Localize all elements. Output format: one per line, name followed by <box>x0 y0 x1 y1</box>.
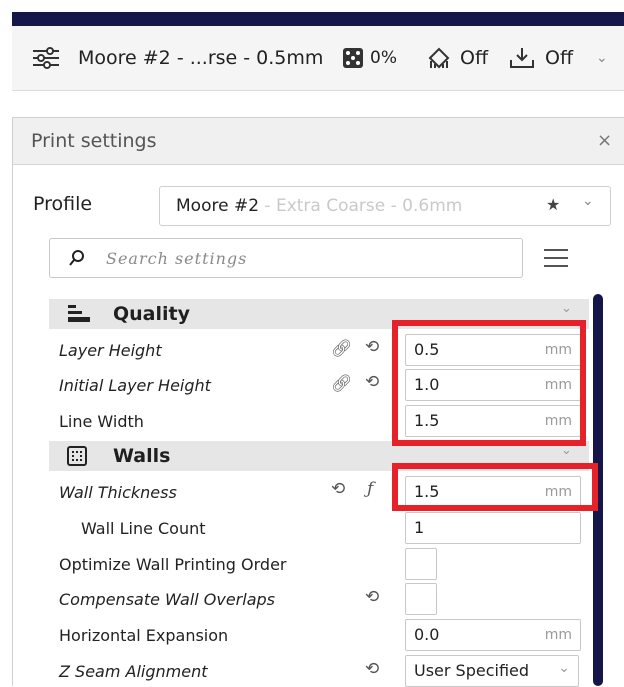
close-icon[interactable]: × <box>597 130 612 151</box>
reset-icon[interactable]: ⟲ <box>365 337 379 357</box>
category-walls-title: Walls <box>113 445 171 467</box>
reset-icon[interactable]: ⟲ <box>365 659 379 679</box>
function-icon[interactable]: ƒ <box>367 479 373 499</box>
horizontal-expansion-value: 0.0 <box>414 625 440 644</box>
reset-icon[interactable]: ⟲ <box>365 372 379 392</box>
compensate-wall-overlaps-label: Compensate Wall Overlaps <box>59 590 275 609</box>
link-icon[interactable]: 🔗︎ <box>331 339 353 359</box>
walls-icon <box>67 446 87 466</box>
optimize-wall-order-label: Optimize Wall Printing Order <box>59 555 287 574</box>
chevron-down-icon[interactable]: ⌄ <box>561 301 572 316</box>
profile-name: Moore #2 <box>176 196 260 216</box>
wall-thickness-label: Wall Thickness <box>59 483 177 502</box>
profile-label: Profile <box>33 193 93 215</box>
initial-layer-height-label: Initial Layer Height <box>59 376 211 395</box>
z-seam-alignment-select[interactable]: User Specified ⌄ <box>405 655 579 687</box>
search-placeholder: Search settings <box>106 249 248 268</box>
support-value: Off <box>460 47 489 69</box>
horizontal-expansion-label: Horizontal Expansion <box>59 626 229 645</box>
z-seam-alignment-label: Z Seam Alignment <box>59 662 208 681</box>
compensate-wall-overlaps-checkbox[interactable] <box>405 583 437 615</box>
search-icon <box>69 250 84 266</box>
menu-icon[interactable] <box>543 248 569 272</box>
search-settings-input[interactable]: Search settings <box>49 238 523 278</box>
wall-line-count-input[interactable]: 1 <box>405 512 581 544</box>
horizontal-expansion-input[interactable]: 0.0 mm <box>405 619 581 651</box>
wall-line-count-label: Wall Line Count <box>81 519 206 538</box>
panel-header: Print settings × <box>13 118 624 165</box>
profile-subtitle: - Extra Coarse - 0.6mm <box>259 196 463 216</box>
highlight-box-quality <box>392 320 586 446</box>
adhesion-value: Off <box>545 47 574 69</box>
print-setup-header[interactable]: Moore #2 - ...rse - 0.5mm 0% Off Off ⌄ <box>12 26 624 91</box>
line-width-label: Line Width <box>59 412 144 431</box>
reset-icon[interactable]: ⟲ <box>365 587 379 607</box>
horizontal-expansion-unit: mm <box>544 627 572 643</box>
infill-icon <box>342 42 364 74</box>
profile-name-text: Moore #2 - Extra Coarse - 0.6mm <box>176 196 462 216</box>
layer-height-label: Layer Height <box>59 341 162 360</box>
app-top-bar <box>12 12 624 26</box>
infill-value: 0% <box>370 48 397 68</box>
profile-dropdown[interactable]: Moore #2 - Extra Coarse - 0.6mm ★ ⌄ <box>159 186 611 226</box>
viewport-strip <box>12 91 624 117</box>
wall-line-count-value: 1 <box>414 518 425 537</box>
chevron-down-icon[interactable]: ⌄ <box>596 42 608 74</box>
highlight-box-wall-thickness <box>392 463 598 511</box>
chevron-down-icon[interactable]: ⌄ <box>558 660 570 676</box>
optimize-wall-order-checkbox[interactable] <box>405 548 437 580</box>
settings-sliders-icon <box>32 42 60 74</box>
reset-icon[interactable]: ⟲ <box>331 479 345 499</box>
category-quality-title: Quality <box>113 303 190 325</box>
quality-layers-icon <box>68 305 90 322</box>
panel-title: Print settings <box>31 130 157 152</box>
support-icon <box>426 42 452 74</box>
adhesion-icon <box>509 42 535 74</box>
z-seam-alignment-value: User Specified <box>414 661 530 680</box>
profile-summary[interactable]: Moore #2 - ...rse - 0.5mm <box>78 42 323 74</box>
link-icon[interactable]: 🔗︎ <box>331 374 353 394</box>
star-icon[interactable]: ★ <box>546 195 560 214</box>
chevron-down-icon[interactable]: ⌄ <box>582 193 594 209</box>
